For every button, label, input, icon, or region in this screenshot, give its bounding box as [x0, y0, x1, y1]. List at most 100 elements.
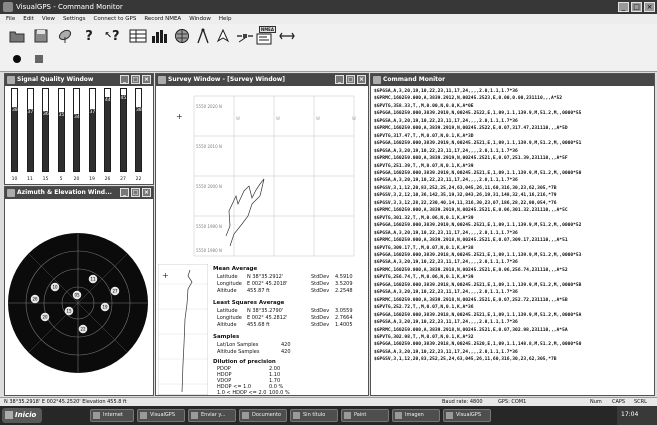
- taskbar-button[interactable]: Paint: [341, 409, 389, 422]
- taskbar-button[interactable]: Imagen: [392, 409, 440, 422]
- nmea-line: $GPGGA,160259.000,3839.2919,N,00245.2521…: [374, 141, 582, 147]
- close-button[interactable]: ×: [357, 75, 366, 84]
- signal-bar: 44: [104, 88, 111, 172]
- menu-view[interactable]: View: [42, 14, 55, 24]
- survey-x-tick: W: [276, 116, 280, 121]
- restore-button[interactable]: □: [131, 188, 140, 197]
- altitude-label: Altitude: [217, 322, 237, 328]
- restore-button[interactable]: □: [131, 75, 140, 84]
- minimize-button[interactable]: _: [120, 188, 129, 197]
- survey-window[interactable]: Survey Window - [Survey Window] _ □ × 5550…: [155, 73, 369, 396]
- latlon-samples-label: Lat/Lon Samples: [217, 342, 259, 348]
- record-icon[interactable]: [10, 52, 24, 66]
- minimize-button[interactable]: _: [335, 75, 344, 84]
- signal-bars-icon[interactable]: [150, 27, 170, 45]
- dop-heading: Dilution of precision: [213, 359, 276, 365]
- azimuth-globe-icon[interactable]: [172, 27, 192, 45]
- survey-y-tick: 5550 2000 N: [196, 184, 222, 189]
- stddev-label: StdDev: [311, 274, 330, 280]
- menu-connect[interactable]: Connect to GPS: [94, 14, 137, 24]
- azimuth-elevation-window[interactable]: Azimuth & Elevation Wind... _ □ × 10 11 15 19…: [4, 186, 154, 396]
- alt-samples-value: 420: [281, 349, 291, 355]
- menu-help[interactable]: Help: [219, 14, 232, 24]
- stddev-lon-mean: 3.5209: [335, 281, 353, 287]
- minimize-button[interactable]: _: [120, 75, 129, 84]
- signal-bar-fill: 36: [43, 110, 49, 171]
- nmea-line: $GPGGA,160259.000,3839.2919,N,00245.2522…: [374, 111, 582, 117]
- nmea-line: $GPGSA,A,3,20,19,10,22,23,11,17,24,,,,2.…: [374, 290, 518, 296]
- altitude-mean-value: 455.87 ft: [247, 288, 270, 294]
- stddev-label: StdDev: [311, 281, 330, 287]
- window-icon: [373, 76, 381, 84]
- nmea-monitor-button[interactable]: NMEA: [254, 25, 276, 47]
- nmea-line: $GPGGA,160259.000,3839.2919,N,00245.2521…: [374, 170, 582, 176]
- help-button[interactable]: ?: [82, 26, 96, 46]
- nmea-line: $GPGGA,160259.000,3839.2918,N,00245.2521…: [374, 312, 582, 318]
- signal-prn-label: 19: [89, 177, 95, 182]
- lsa-heading: Least Squares Average: [213, 300, 285, 306]
- taskbar-button[interactable]: Documento: [239, 409, 287, 422]
- satellite-dish-icon[interactable]: [56, 27, 74, 45]
- window-icon: [7, 189, 15, 197]
- azimuth-titlebar[interactable]: Azimuth & Elevation Wind... _ □ ×: [5, 187, 153, 199]
- satellite-label: 20: [42, 315, 48, 320]
- close-button[interactable]: ×: [142, 75, 151, 84]
- nmea-line: $GPRMC,160259.000,A,3839.2918,N,00245.25…: [374, 267, 568, 273]
- table-view-icon[interactable]: [128, 27, 148, 45]
- menu-record-nmea[interactable]: Record NMEA: [144, 14, 181, 24]
- satellite-label: 19: [102, 305, 108, 310]
- satellite-label: 22: [80, 327, 86, 332]
- satellite-icon[interactable]: [236, 27, 254, 45]
- command-monitor-titlebar[interactable]: Command Monitor: [371, 74, 654, 86]
- survey-x-tick: W: [236, 116, 240, 121]
- command-monitor-window[interactable]: Command Monitor $GPGSA,A,3,20,19,10,22,2…: [370, 73, 655, 396]
- minimize-button[interactable]: _: [618, 2, 629, 12]
- open-folder-icon[interactable]: [8, 27, 26, 45]
- menu-file[interactable]: File: [6, 14, 15, 24]
- nmea-line: $GPGGA,160259.000,3839.2919,N,00245.2521…: [374, 223, 582, 229]
- signal-quality-titlebar[interactable]: Signal Quality Window _ □ ×: [5, 74, 153, 86]
- signal-prn-label: 27: [120, 177, 126, 182]
- hdop-range-label: 1.0 < HDOP <= 2.0: [217, 390, 267, 396]
- close-button[interactable]: ×: [142, 188, 151, 197]
- longitude-label: Longitude: [217, 315, 242, 321]
- close-button[interactable]: ×: [644, 2, 655, 12]
- survey-titlebar[interactable]: Survey Window - [Survey Window] _ □ ×: [156, 74, 368, 86]
- nmea-line: $GPGSA,A,3,20,19,10,22,23,11,17,24,,,,2.…: [374, 148, 518, 154]
- nmea-line: $GPGSV,3,1,12,20,83,252,25,24,63,045,26,…: [374, 357, 557, 363]
- menu-edit[interactable]: Edit: [23, 14, 34, 24]
- nmea-sentence-log[interactable]: $GPGSA,A,3,20,19,10,22,23,11,17,24,,,,2.…: [374, 88, 651, 393]
- restore-button[interactable]: □: [346, 75, 355, 84]
- azimuth-title: Azimuth & Elevation Wind...: [17, 189, 112, 196]
- connection-arrows-icon[interactable]: [278, 29, 296, 43]
- nmea-line: $GPRMC,160259.000,A,3839.2918,N,00245.25…: [374, 297, 568, 303]
- nmea-line: $GPGSV,3,2,12,10,36,142,35,19,32,043,26,…: [374, 193, 557, 199]
- stop-icon[interactable]: [32, 52, 46, 66]
- taskbar-button[interactable]: VisualGPS: [137, 409, 185, 422]
- menu-window[interactable]: Window: [189, 14, 211, 24]
- altitude-mean-marker: +: [162, 271, 169, 280]
- whats-this-help-button[interactable]: ↖?: [104, 26, 120, 46]
- maximize-button[interactable]: □: [631, 2, 642, 12]
- satellite-label: 05: [74, 293, 80, 298]
- taskbar-button[interactable]: VisualGPS: [443, 409, 491, 422]
- taskbar-button[interactable]: Enviar y...: [188, 409, 236, 422]
- navigation-pointer-icon[interactable]: [214, 27, 232, 45]
- start-button[interactable]: Inicio: [2, 408, 42, 423]
- altitude-lsa-value: 455.68 ft: [247, 322, 270, 328]
- latitude-label: Latitude: [217, 308, 238, 314]
- survey-compass-icon[interactable]: [194, 27, 212, 45]
- signal-bar-value: 37: [27, 109, 34, 115]
- signal-quality-window[interactable]: Signal Quality Window _ □ × 38 10 37 11 36 15 35…: [4, 73, 154, 185]
- latlon-samples-value: 420: [281, 342, 291, 348]
- menu-settings[interactable]: Settings: [63, 14, 86, 24]
- nmea-line: $GPGSV,3,3,12,28,22,230,40,14,11,316,30,…: [374, 200, 557, 206]
- nmea-line: $GPGGA,160259.000,3839.2918,N,00245.2521…: [374, 252, 582, 258]
- survey-scatter-plot: 5550 2020 N 5550 2010 N 5550 2000 N 5550…: [156, 86, 368, 262]
- signal-bar-fill: 35: [58, 112, 64, 171]
- taskbar-button[interactable]: Sin título: [290, 409, 338, 422]
- nmea-line: $GPVTG,358.33,T,,M,0.00,N,0.0,K,A*0E: [374, 103, 474, 109]
- taskbar-button[interactable]: Internet: [90, 409, 134, 422]
- save-disk-icon[interactable]: [32, 27, 50, 45]
- survey-y-tick: 5550 2010 N: [196, 144, 222, 149]
